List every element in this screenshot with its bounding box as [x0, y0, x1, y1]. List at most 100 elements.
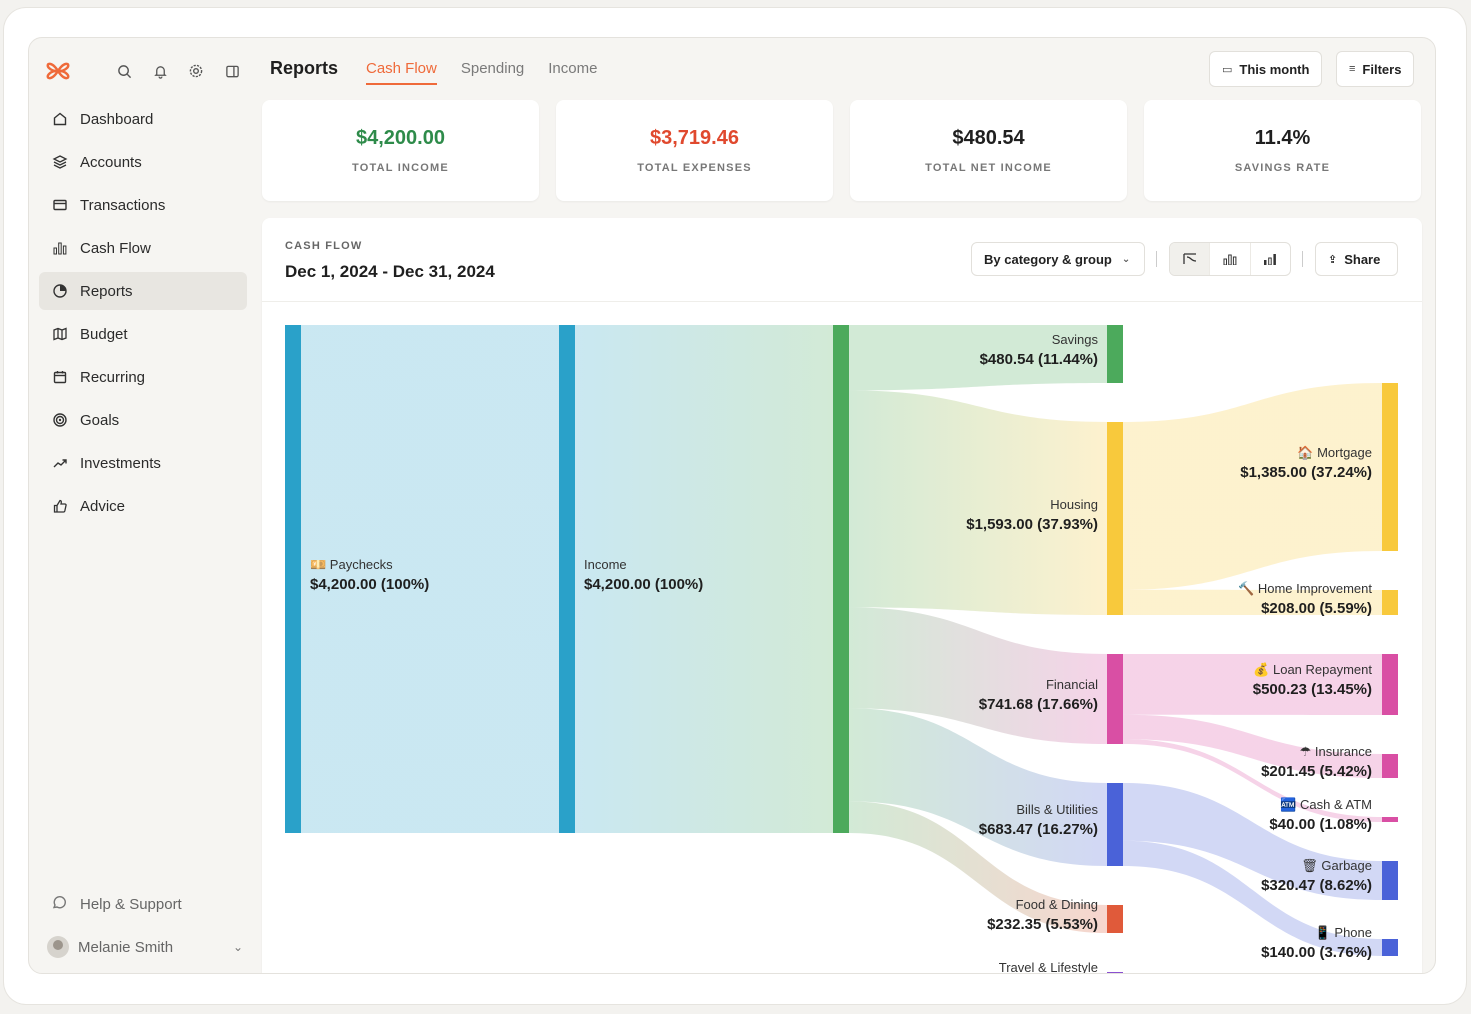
- kpi-value: $3,719.46: [650, 127, 739, 149]
- sankey-node-homeimp[interactable]: [1382, 590, 1398, 615]
- sidebar-item-accounts[interactable]: Accounts: [39, 143, 247, 181]
- sankey-node-income[interactable]: [559, 325, 575, 833]
- target-icon: [51, 411, 69, 429]
- kpi-total-net-income: $480.54 TOTAL NET INCOME: [850, 100, 1127, 201]
- sankey-node-value: $1,385.00 (37.24%): [1240, 464, 1372, 481]
- sidebar-item-label: Budget: [80, 325, 128, 343]
- sidebar-item-label: Transactions: [80, 196, 166, 214]
- sankey-node-value: $500.23 (13.45%): [1253, 681, 1372, 698]
- sidebar-item-label: Dashboard: [80, 110, 154, 128]
- sidebar-nav: Dashboard Accounts Transactions Cash Flow Re…: [39, 100, 247, 530]
- thumbs-up-icon: [51, 497, 69, 515]
- filters-button[interactable]: ≡ Filters: [1336, 51, 1415, 87]
- sidebar-item-advice[interactable]: Advice: [39, 487, 247, 525]
- sankey-node-name: 💴 Paychecks: [310, 557, 393, 572]
- calendar-icon: ▭: [1222, 63, 1233, 76]
- sidebar-item-label: Advice: [80, 497, 126, 515]
- cash-flow-sankey-chart: 💴 Paychecks $4,200.00 (100%) Income $4,200.…: [285, 325, 1398, 974]
- sankey-node-value: $40.00 (1.08%): [1269, 816, 1372, 833]
- sankey-node-value: $683.47 (16.27%): [979, 821, 1098, 838]
- sankey-node-value: $232.35 (5.53%): [987, 916, 1098, 933]
- sankey-node-name: 🔨 Home Improvement: [1238, 581, 1372, 596]
- sidebar: Dashboard Accounts Transactions Cash Flow Re…: [29, 38, 259, 973]
- sankey-node-name: Food & Dining: [1016, 897, 1098, 912]
- kpi-value: 11.4%: [1254, 127, 1311, 149]
- bell-icon[interactable]: [149, 60, 171, 82]
- chevron-down-icon: ⌄: [232, 940, 243, 954]
- sankey-node-insurance[interactable]: [1382, 754, 1398, 778]
- filter-icon: ≡: [1349, 63, 1356, 75]
- sankey-node-phone[interactable]: [1382, 939, 1398, 956]
- user-menu[interactable]: Melanie Smith ⌄: [39, 928, 247, 966]
- sankey-node-name: 🏠 Mortgage: [1297, 445, 1372, 460]
- page-title: Reports: [270, 58, 339, 78]
- search-icon[interactable]: [113, 60, 135, 82]
- sankey-node-budget[interactable]: [833, 325, 849, 833]
- sankey-node-garbage[interactable]: [1382, 861, 1398, 900]
- gear-icon[interactable]: [185, 60, 207, 82]
- sidebar-item-dashboard[interactable]: Dashboard: [39, 100, 247, 138]
- sidebar-item-goals[interactable]: Goals: [39, 401, 247, 439]
- help-support-label: Help & Support: [80, 895, 182, 913]
- bar-chart-icon: [51, 239, 69, 257]
- sankey-node-financial[interactable]: [1107, 654, 1123, 744]
- sankey-node-name: 📱 Phone: [1315, 925, 1372, 940]
- brand-logo-icon[interactable]: [43, 56, 73, 86]
- sankey-node-loan[interactable]: [1382, 654, 1398, 715]
- sankey-node-savings[interactable]: [1107, 325, 1123, 383]
- sankey-node-name: Housing: [1050, 497, 1098, 512]
- map-icon: [51, 325, 69, 343]
- kpi-label: TOTAL INCOME: [352, 162, 449, 174]
- sankey-link-housing-mortgage[interactable]: [1123, 383, 1382, 590]
- sankey-node-mortgage[interactable]: [1382, 383, 1398, 551]
- sankey-node-bills[interactable]: [1107, 783, 1123, 866]
- trend-icon: [51, 454, 69, 472]
- sidebar-item-label: Goals: [80, 411, 120, 429]
- sankey-node-paychecks[interactable]: [285, 325, 301, 833]
- this-month-button[interactable]: ▭ This month: [1209, 51, 1323, 87]
- kpi-total-income: $4,200.00 TOTAL INCOME: [262, 100, 539, 201]
- tab-spending[interactable]: Spending: [461, 60, 524, 85]
- chat-bubble-icon: [51, 895, 69, 913]
- sidebar-item-label: Reports: [80, 282, 133, 300]
- sankey-node-food[interactable]: [1107, 905, 1123, 933]
- card-icon: [51, 196, 69, 214]
- sankey-node-name: Travel & Lifestyle: [999, 960, 1098, 974]
- sankey-node-value: $4,200.00 (100%): [584, 576, 703, 593]
- tab-income[interactable]: Income: [548, 60, 597, 85]
- sankey-node-name: Savings: [1052, 332, 1099, 347]
- help-support-link[interactable]: Help & Support: [39, 886, 247, 922]
- sankey-node-name: 🗑 Garbage: [1301, 858, 1372, 873]
- sankey-node-value: $140.00 (3.76%): [1261, 944, 1372, 961]
- kpi-value: $4,200.00: [356, 127, 445, 149]
- sidebar-item-cash-flow[interactable]: Cash Flow: [39, 229, 247, 267]
- sidebar-toggle-icon[interactable]: [221, 60, 243, 82]
- calendar-icon: [51, 368, 69, 386]
- sankey-node-value: $208.00 (5.59%): [1261, 600, 1372, 617]
- sankey-label-travel: Travel & Lifestyle: [999, 960, 1098, 974]
- sidebar-item-label: Recurring: [80, 368, 146, 386]
- sankey-node-housing[interactable]: [1107, 422, 1123, 615]
- home-icon: [51, 110, 69, 128]
- this-month-label: This month: [1239, 61, 1310, 77]
- tab-cash-flow[interactable]: Cash Flow: [366, 60, 437, 85]
- sidebar-item-label: Cash Flow: [80, 239, 151, 257]
- sidebar-item-recurring[interactable]: Recurring: [39, 358, 247, 396]
- sankey-node-name: ☂ Insurance: [1300, 744, 1372, 759]
- sankey-node-value: $201.45 (5.42%): [1261, 763, 1372, 780]
- sidebar-item-transactions[interactable]: Transactions: [39, 186, 247, 224]
- sankey-node-name: 🏧 Cash & ATM: [1280, 797, 1372, 812]
- layers-icon: [51, 153, 69, 171]
- sidebar-item-reports[interactable]: Reports: [39, 272, 247, 310]
- pie-icon: [51, 282, 69, 300]
- sidebar-item-investments[interactable]: Investments: [39, 444, 247, 482]
- avatar: [47, 936, 69, 958]
- sidebar-item-budget[interactable]: Budget: [39, 315, 247, 353]
- kpi-label: TOTAL NET INCOME: [925, 162, 1052, 174]
- sankey-node-name: Financial: [1046, 677, 1098, 692]
- kpi-value: $480.54: [952, 127, 1025, 149]
- sankey-node-travel[interactable]: [1107, 972, 1123, 974]
- kpi-total-expenses: $3,719.46 TOTAL EXPENSES: [556, 100, 833, 201]
- sankey-node-cashatm[interactable]: [1382, 817, 1398, 822]
- app-window: Dashboard Accounts Transactions Cash Flow Re…: [28, 37, 1436, 974]
